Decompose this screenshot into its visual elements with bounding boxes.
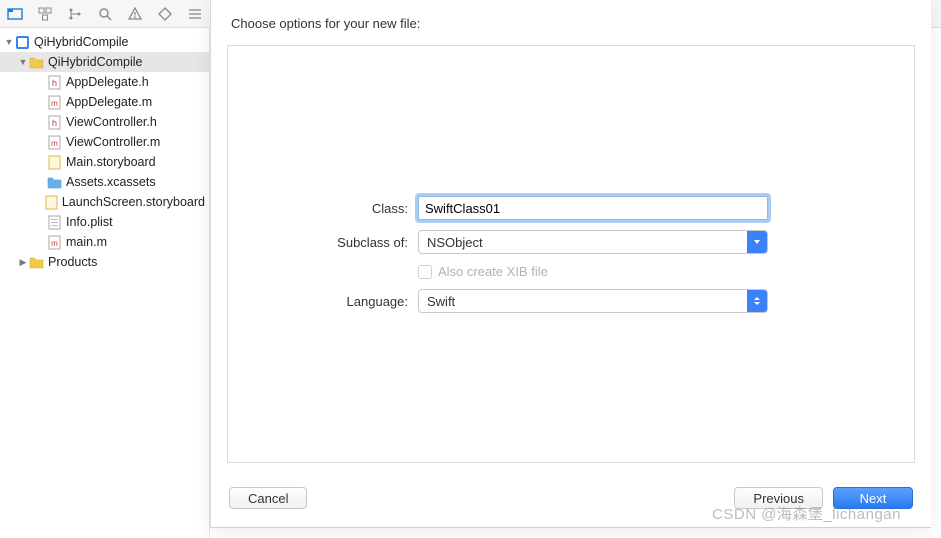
svg-text:h: h <box>51 118 56 128</box>
products-node[interactable]: ▶ Products <box>0 252 209 272</box>
source-control-icon[interactable] <box>36 5 54 23</box>
impl-file-icon: m <box>46 234 62 250</box>
folder-icon <box>28 54 44 70</box>
svg-text:m: m <box>51 99 58 108</box>
symbol-navigator-icon[interactable] <box>66 5 84 23</box>
project-node[interactable]: ▼ QiHybridCompile <box>0 32 209 52</box>
assets-file-icon <box>46 174 62 190</box>
find-navigator-icon[interactable] <box>96 5 114 23</box>
file-node[interactable]: m main.m <box>0 232 209 252</box>
storyboard-file-icon <box>46 154 62 170</box>
file-node[interactable]: LaunchScreen.storyboard <box>0 192 209 212</box>
language-value: Swift <box>419 294 747 309</box>
sheet-body: Class: Subclass of: NSObject Also create… <box>227 45 915 463</box>
chevron-updown-icon[interactable] <box>747 290 767 312</box>
language-select[interactable]: Swift <box>418 289 768 313</box>
header-file-icon: h <box>46 74 62 90</box>
svg-text:h: h <box>51 78 56 88</box>
file-node[interactable]: m AppDelegate.m <box>0 92 209 112</box>
disclosure-triangle-icon[interactable]: ▼ <box>18 57 28 67</box>
file-label: AppDelegate.m <box>66 95 152 109</box>
class-name-input[interactable] <box>418 196 768 220</box>
svg-text:m: m <box>51 239 58 248</box>
file-label: Info.plist <box>66 215 113 229</box>
file-label: AppDelegate.h <box>66 75 149 89</box>
next-button[interactable]: Next <box>833 487 913 509</box>
header-file-icon: h <box>46 114 62 130</box>
chevron-down-icon[interactable] <box>747 231 767 253</box>
file-node[interactable]: h AppDelegate.h <box>0 72 209 92</box>
group-label: QiHybridCompile <box>48 55 142 69</box>
class-label: Class: <box>258 201 418 216</box>
impl-file-icon: m <box>46 94 62 110</box>
project-navigator-icon[interactable] <box>6 5 24 23</box>
project-label: QiHybridCompile <box>34 35 128 49</box>
disclosure-triangle-icon[interactable]: ▼ <box>4 37 14 47</box>
file-node[interactable]: Main.storyboard <box>0 152 209 172</box>
file-node[interactable]: m ViewController.m <box>0 132 209 152</box>
file-node[interactable]: Assets.xcassets <box>0 172 209 192</box>
disclosure-triangle-icon[interactable]: ▶ <box>18 257 28 268</box>
sheet-title: Choose options for your new file: <box>211 0 931 41</box>
folder-icon <box>28 254 44 270</box>
group-node[interactable]: ▼ QiHybridCompile <box>0 52 209 72</box>
file-label: ViewController.m <box>66 135 160 149</box>
products-label: Products <box>48 255 97 269</box>
subclass-label: Subclass of: <box>258 235 418 250</box>
test-navigator-icon[interactable] <box>156 5 174 23</box>
file-node[interactable]: Info.plist <box>0 212 209 232</box>
file-label: ViewController.h <box>66 115 157 129</box>
file-label: Main.storyboard <box>66 155 156 169</box>
file-label: LaunchScreen.storyboard <box>62 195 205 209</box>
xcode-project-icon <box>14 34 30 50</box>
create-xib-checkbox <box>418 265 432 279</box>
file-node[interactable]: h ViewController.h <box>0 112 209 132</box>
create-xib-label: Also create XIB file <box>438 264 548 279</box>
language-label: Language: <box>258 294 418 309</box>
storyboard-file-icon <box>44 194 57 210</box>
cancel-button[interactable]: Cancel <box>229 487 307 509</box>
previous-button[interactable]: Previous <box>734 487 823 509</box>
debug-navigator-icon[interactable] <box>186 5 204 23</box>
issue-navigator-icon[interactable] <box>126 5 144 23</box>
subclass-value: NSObject <box>419 235 747 250</box>
subclass-combobox[interactable]: NSObject <box>418 230 768 254</box>
plist-file-icon <box>46 214 62 230</box>
file-label: main.m <box>66 235 107 249</box>
project-navigator: ▼ QiHybridCompile ▼ QiHybridCompile h App… <box>0 28 210 538</box>
new-file-options-sheet: Choose options for your new file: Class:… <box>210 0 931 528</box>
file-label: Assets.xcassets <box>66 175 156 189</box>
impl-file-icon: m <box>46 134 62 150</box>
svg-text:m: m <box>51 139 58 148</box>
